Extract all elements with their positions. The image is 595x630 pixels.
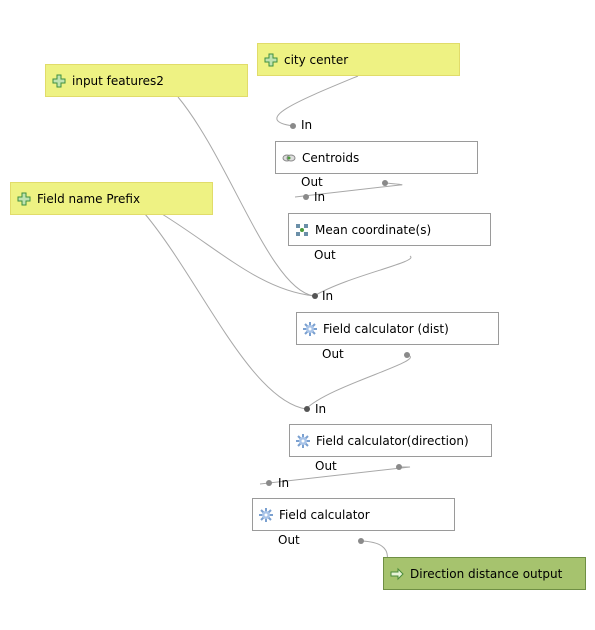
wire-city-center-to-centroids	[276, 75, 359, 127]
port-label-in: In	[322, 289, 334, 303]
port-label-out: Out	[315, 459, 337, 473]
port-dist-in	[312, 293, 318, 299]
algorithm-node-label: Mean coordinate(s)	[315, 222, 432, 237]
algorithm-node-label: Field calculator	[279, 507, 370, 522]
input-node-field-name-prefix[interactable]: Field name Prefix	[10, 182, 213, 215]
port-mean-in	[303, 194, 309, 200]
port-label-in: In	[314, 190, 326, 204]
port-centroids-out	[382, 180, 388, 186]
port-direction-out	[396, 464, 402, 470]
port-label-out: Out	[314, 248, 336, 262]
port-final-in	[266, 480, 272, 486]
port-label-in: In	[315, 402, 327, 416]
mean-coordinates-icon	[296, 223, 308, 236]
port-direction-in	[304, 406, 310, 412]
port-label-in: In	[278, 476, 290, 490]
plus-icon	[17, 192, 31, 205]
input-node-city-center[interactable]: city center	[257, 43, 460, 76]
port-dist-out	[404, 352, 410, 358]
input-node-input-features2[interactable]: input features2	[45, 64, 248, 97]
gear-icon	[259, 507, 273, 522]
gear-icon	[296, 433, 310, 448]
port-label-out: Out	[322, 347, 344, 361]
wire-dist-to-direction	[305, 354, 411, 410]
algorithm-node-mean-coordinates[interactable]: Mean coordinate(s)	[288, 213, 491, 246]
centroids-icon	[282, 154, 296, 161]
algorithm-node-field-calculator[interactable]: Field calculator	[252, 498, 455, 531]
algorithm-node-centroids[interactable]: Centroids	[275, 141, 478, 174]
input-node-label: input features2	[72, 73, 164, 88]
algorithm-node-field-calculator-direction[interactable]: Field calculator(direction)	[289, 424, 492, 457]
port-centroids-in	[290, 123, 296, 129]
gear-icon	[303, 321, 317, 336]
port-final-out	[358, 538, 364, 544]
algorithm-node-field-calculator-dist[interactable]: Field calculator (dist)	[296, 312, 499, 345]
algorithm-node-label: Field calculator(direction)	[316, 433, 469, 448]
output-node-direction-distance[interactable]: Direction distance output	[383, 557, 586, 590]
plus-icon	[264, 53, 278, 66]
port-label-out: Out	[278, 533, 300, 547]
output-node-label: Direction distance output	[410, 566, 563, 581]
input-node-label: city center	[284, 52, 349, 67]
plus-icon	[52, 74, 66, 87]
port-label-in: In	[301, 118, 313, 132]
arrow-right-icon	[390, 567, 404, 580]
input-node-label: Field name Prefix	[37, 191, 141, 206]
algorithm-node-label: Field calculator (dist)	[323, 321, 449, 336]
port-label-out: Out	[301, 175, 323, 189]
algorithm-node-label: Centroids	[302, 150, 360, 165]
wire-prefix-to-direction	[144, 213, 307, 410]
